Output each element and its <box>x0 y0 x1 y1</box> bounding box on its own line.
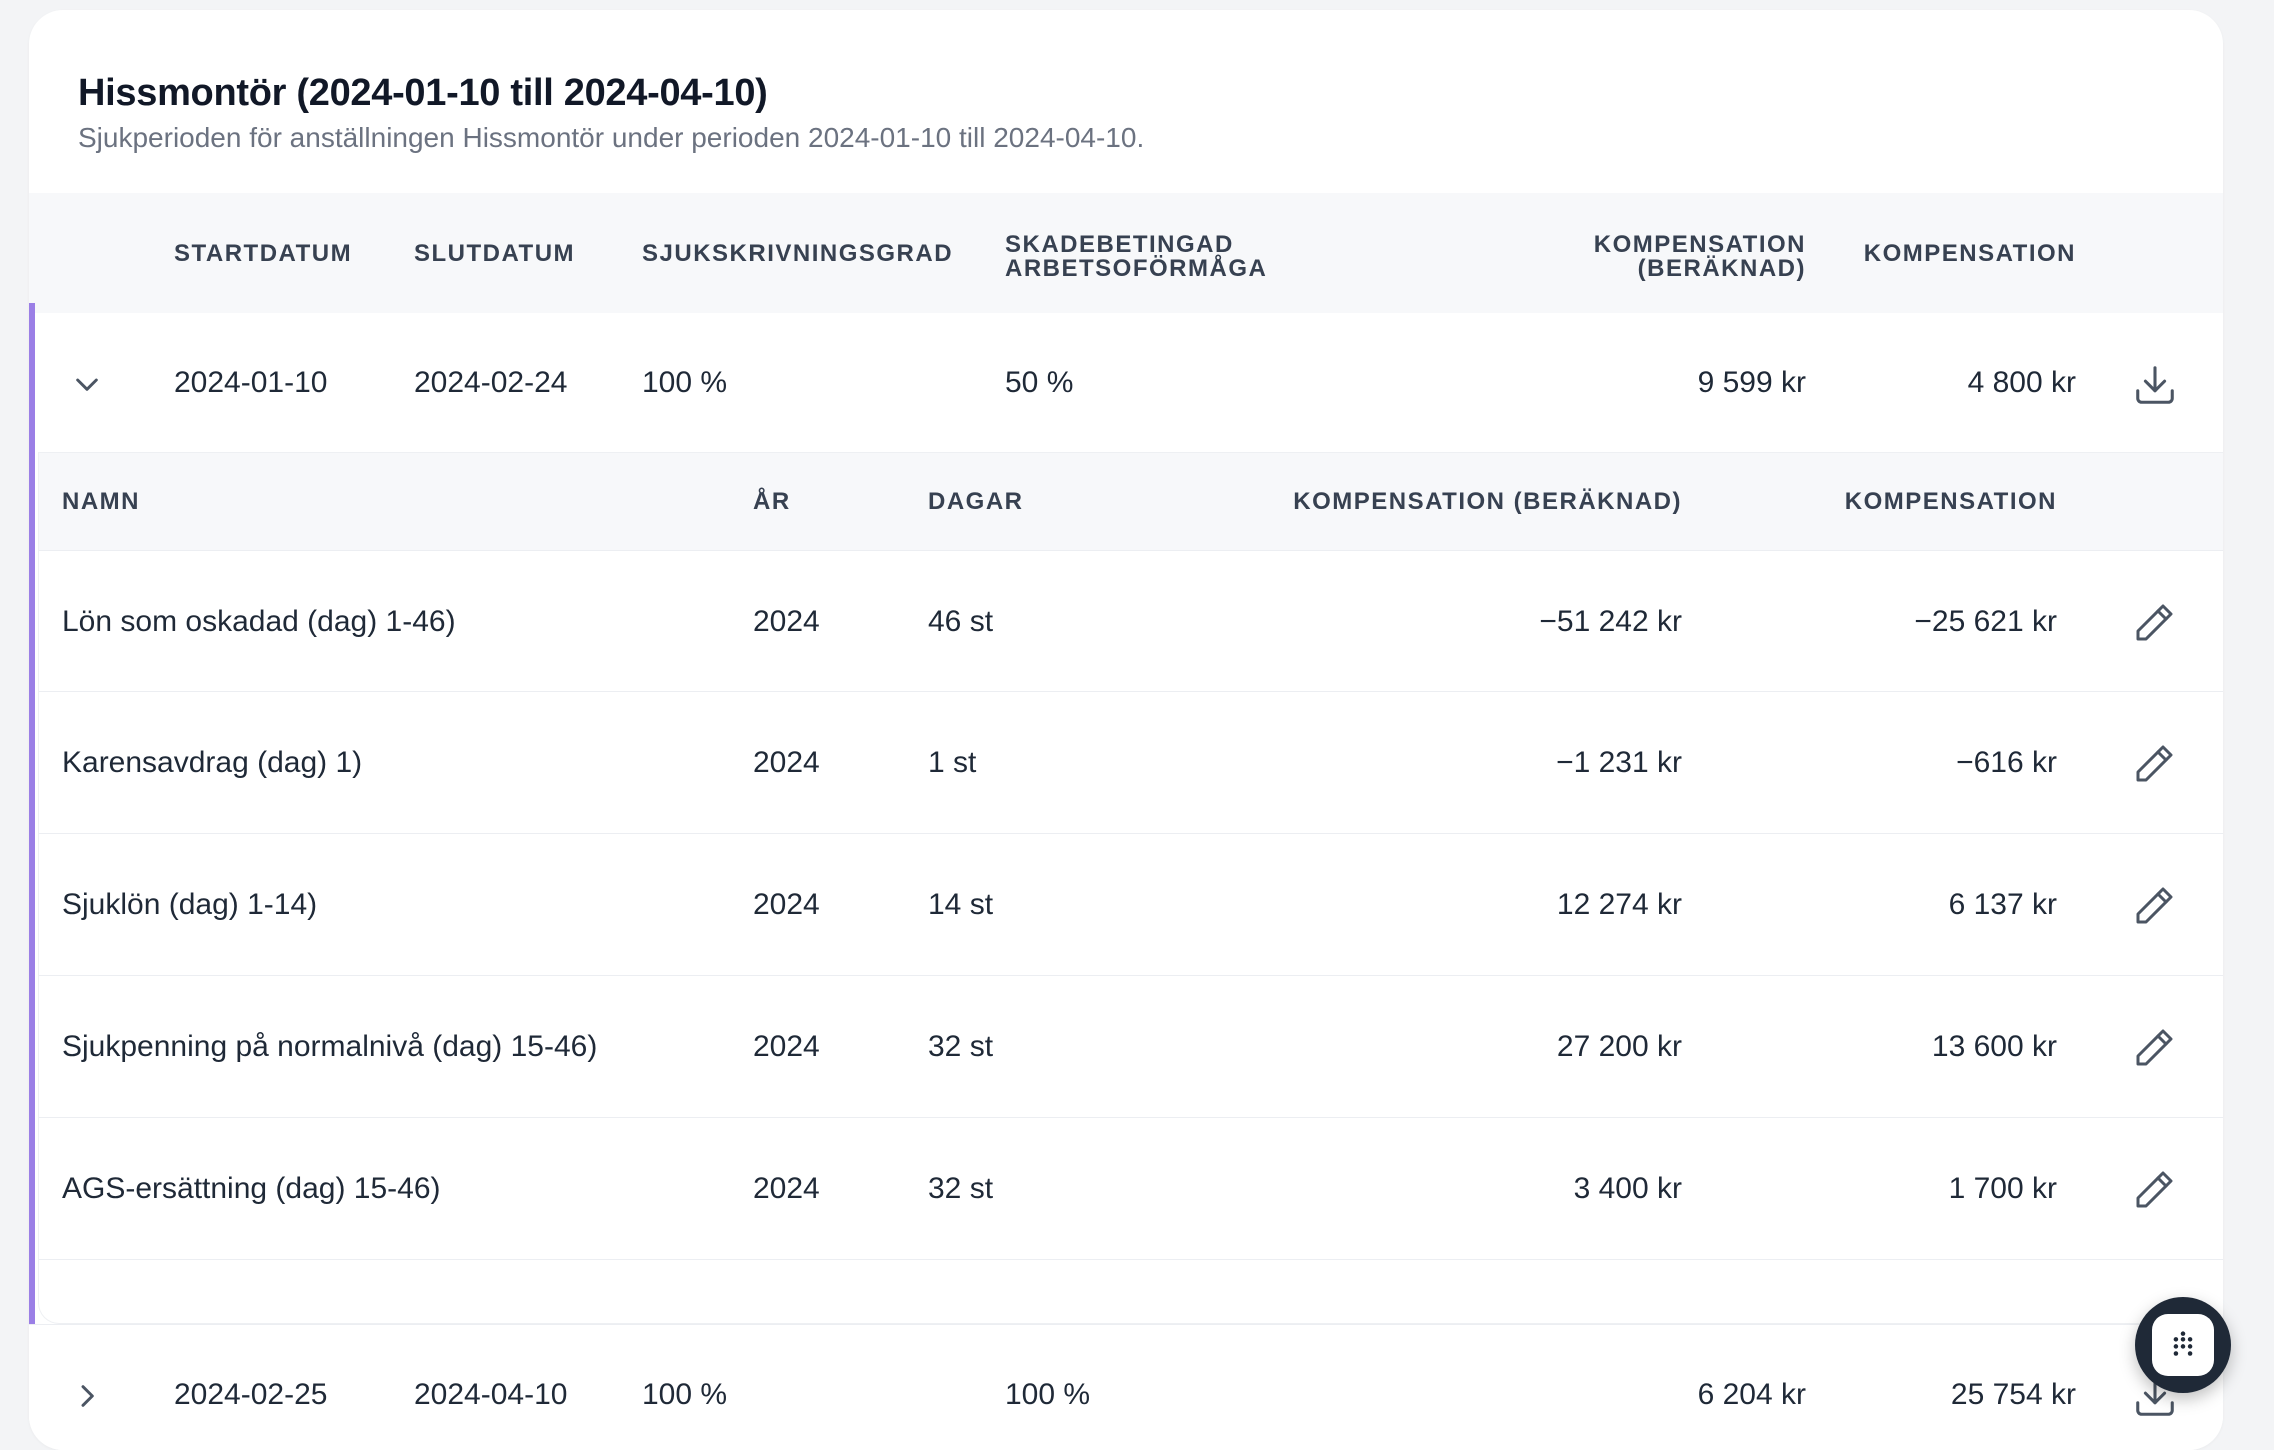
row-name: Sjuklön (dag) 1-14) <box>62 887 318 921</box>
help-launcher-button[interactable] <box>2135 1297 2231 1393</box>
row-name: Sjukpenning på normalnivå (dag) 15-46) <box>62 1029 598 1063</box>
row-comp-calculated: 12 274 kr <box>1556 887 1682 921</box>
pencil-icon[interactable] <box>2126 736 2182 792</box>
section-subtitle: Sjukperioden för anställningen Hissmontö… <box>78 122 1145 153</box>
header-sub-kompensation: KOMPENSATION <box>1844 488 2057 515</box>
expanded-row-accent <box>29 303 35 1328</box>
row-sjukskrivningsgrad: 100 % <box>642 366 728 399</box>
row-days: 46 st <box>928 604 994 638</box>
row-comp-calculated: −1 231 kr <box>1556 745 1682 779</box>
row-startdatum: 2024-01-10 <box>174 366 328 399</box>
row-year: 2024 <box>753 745 820 779</box>
pencil-icon[interactable] <box>2126 1162 2182 1218</box>
sub-table-header: NAMN ÅR DAGAR KOMPENSATION (BERÄKNAD) KO… <box>39 453 2223 551</box>
header-comp-calculated-line2: (BERÄKNAD) <box>1637 255 1806 282</box>
chevron-right-icon[interactable] <box>62 1371 112 1421</box>
header-comp-calculated: KOMPENSATION (BERÄKNAD) <box>1594 233 1806 281</box>
row-year: 2024 <box>753 1029 820 1063</box>
main-table-header: STARTDATUM SLUTDATUM SJUKSKRIVNINGSGRAD … <box>29 193 2223 313</box>
row-impairment: 100 % <box>1005 1378 1091 1411</box>
row-days: 32 st <box>928 1029 994 1063</box>
row-impairment: 50 % <box>1005 366 1074 399</box>
row-kompensation: 25 754 kr <box>1950 1378 2076 1411</box>
sick-period-card: Hissmontör (2024-01-10 till 2024-04-10) … <box>29 10 2223 1450</box>
header-slutdatum: SLUTDATUM <box>414 240 576 267</box>
header-dagar: DAGAR <box>928 488 1024 515</box>
header-ar: ÅR <box>753 488 791 515</box>
row-comp-calculated: 6 204 kr <box>1697 1378 1806 1411</box>
table-row: Sjukpenning på normalnivå (dag) 15-46) 2… <box>39 975 2223 1117</box>
header-kompensation: KOMPENSATION <box>1863 240 2076 267</box>
dots-grid-icon <box>2152 1314 2214 1376</box>
pencil-icon[interactable] <box>2126 595 2182 651</box>
row-year: 2024 <box>753 1171 820 1205</box>
row-comp-calculated: 27 200 kr <box>1556 1029 1682 1063</box>
row-kompensation: −25 621 kr <box>1914 604 2057 638</box>
row-days: 1 st <box>928 745 977 779</box>
pencil-icon[interactable] <box>2126 878 2182 934</box>
section-title: Hissmontör (2024-01-10 till 2024-04-10) <box>78 72 768 114</box>
table-row: Sjuklön (dag) 1-14) 2024 14 st 12 274 kr… <box>39 833 2223 975</box>
row-days: 32 st <box>928 1171 994 1205</box>
header-namn: NAMN <box>62 488 140 515</box>
row-comp-calculated: 3 400 kr <box>1573 1171 1682 1205</box>
row-slutdatum: 2024-04-10 <box>414 1378 568 1411</box>
row-sjukskrivningsgrad: 100 % <box>642 1378 728 1411</box>
table-row: Lön som oskadad (dag) 1-46) 2024 46 st −… <box>39 550 2223 692</box>
row-kompensation: 4 800 kr <box>1967 366 2076 399</box>
row-days: 14 st <box>928 887 994 921</box>
download-icon[interactable] <box>2127 357 2183 413</box>
row-kompensation: 6 137 kr <box>1948 887 2057 921</box>
row-name: Lön som oskadad (dag) 1-46) <box>62 604 456 638</box>
compensation-breakdown: NAMN ÅR DAGAR KOMPENSATION (BERÄKNAD) KO… <box>39 453 2223 1323</box>
table-row: Karensavdrag (dag) 1) 2024 1 st −1 231 k… <box>39 691 2223 833</box>
chevron-down-icon[interactable] <box>62 359 112 409</box>
row-comp-calculated: −51 242 kr <box>1539 604 1682 638</box>
row-kompensation: −616 kr <box>1956 745 2057 779</box>
row-kompensation: 13 600 kr <box>1931 1029 2057 1063</box>
pencil-icon[interactable] <box>2126 1020 2182 1076</box>
row-year: 2024 <box>753 604 820 638</box>
row-startdatum: 2024-02-25 <box>174 1378 328 1411</box>
header-impairment-line1: SKADEBETINGAD <box>1005 231 1234 258</box>
header-impairment-line2: ARBETSOFÖRMÅGA <box>1005 255 1268 282</box>
header-sjukskrivningsgrad: SJUKSKRIVNINGSGRAD <box>642 240 954 267</box>
header-startdatum: STARTDATUM <box>174 240 353 267</box>
header-sub-comp-calculated: KOMPENSATION (BERÄKNAD) <box>1293 488 1682 515</box>
row-name: Karensavdrag (dag) 1) <box>62 745 363 779</box>
row-kompensation: 1 700 kr <box>1948 1171 2057 1205</box>
period-row[interactable]: 2024-02-25 2024-04-10 100 % 100 % 6 204 … <box>29 1324 2223 1450</box>
row-comp-calculated: 9 599 kr <box>1697 366 1806 399</box>
row-name: AGS-ersättning (dag) 15-46) <box>62 1171 441 1205</box>
period-row[interactable]: 2024-01-10 2024-02-24 100 % 50 % 9 599 k… <box>29 313 2223 453</box>
table-row: AGS-ersättning (dag) 15-46) 2024 32 st 3… <box>39 1117 2223 1260</box>
row-year: 2024 <box>753 887 820 921</box>
header-impairment: SKADEBETINGAD ARBETSOFÖRMÅGA <box>1005 233 1267 281</box>
card-header: Hissmontör (2024-01-10 till 2024-04-10) … <box>78 70 1144 156</box>
header-comp-calculated-line1: KOMPENSATION <box>1593 231 1806 258</box>
row-slutdatum: 2024-02-24 <box>414 366 568 399</box>
